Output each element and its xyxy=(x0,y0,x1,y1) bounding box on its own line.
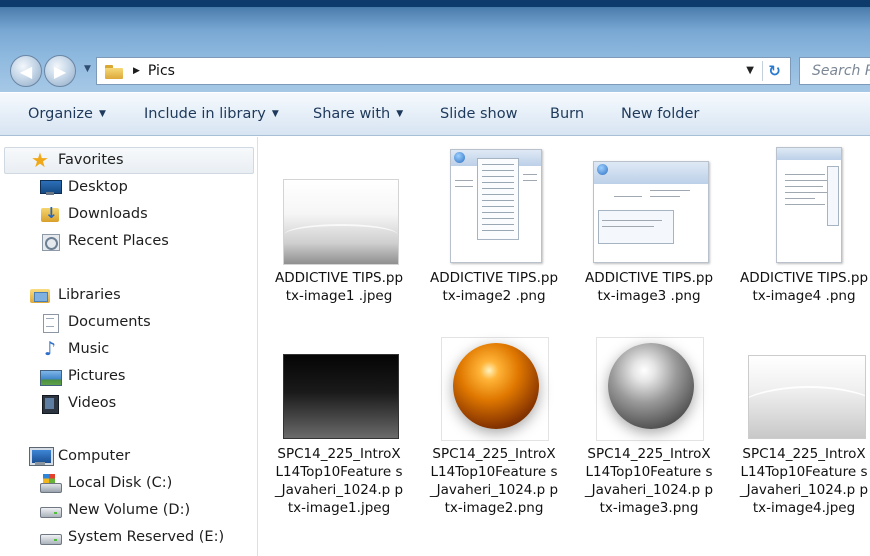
organize-label: Organize xyxy=(28,106,93,122)
nav-downloads[interactable]: Downloads xyxy=(40,202,148,226)
desktop-icon xyxy=(40,178,62,196)
command-bar: Organize ▼ Include in library ▼ Share with… xyxy=(0,92,870,136)
file-item[interactable]: SPC14_225_IntroX L14Top10Feature s_Javah… xyxy=(584,337,714,537)
file-name: ADDICTIVE TIPS.pptx-image4 .png xyxy=(739,270,869,304)
file-thumbnail xyxy=(283,354,399,439)
file-item[interactable]: ADDICTIVE TIPS.pptx-image3 .png xyxy=(584,137,714,337)
file-name: SPC14_225_IntroX L14Top10Feature s_Javah… xyxy=(739,446,869,516)
chevron-down-icon: ▼ xyxy=(396,109,404,119)
nav-videos[interactable]: Videos xyxy=(40,391,116,415)
breadcrumb-current-folder[interactable]: Pics xyxy=(148,63,175,79)
computer-icon xyxy=(29,447,54,466)
refresh-icon: ↻ xyxy=(768,62,781,80)
nav-computer[interactable]: Computer xyxy=(29,444,131,468)
navigation-pane: ★ Favorites Desktop Downloads Recent Pla… xyxy=(0,137,258,556)
organize-button[interactable]: Organize ▼ xyxy=(28,106,106,122)
nav-pictures-label: Pictures xyxy=(68,368,126,384)
window-title-bar: ◀ ▶ ▼ ▶ Pics ▼ ↻ Search Pics xyxy=(0,0,870,92)
nav-desktop-label: Desktop xyxy=(68,179,128,195)
include-in-library-button[interactable]: Include in library ▼ xyxy=(144,106,279,122)
file-item[interactable]: ADDICTIVE TIPS.pptx-image4 .png xyxy=(739,137,869,337)
nav-music-label: Music xyxy=(68,341,110,357)
file-name: ADDICTIVE TIPS.pptx-image1 .jpeg xyxy=(274,270,404,304)
forward-button[interactable]: ▶ xyxy=(44,55,76,87)
file-item[interactable]: SPC14_225_IntroX L14Top10Feature s_Javah… xyxy=(739,337,869,537)
nav-desktop[interactable]: Desktop xyxy=(40,175,128,199)
file-name: SPC14_225_IntroX L14Top10Feature s_Javah… xyxy=(274,446,404,516)
back-arrow-icon: ◀ xyxy=(19,61,33,81)
office-orb-icon xyxy=(597,164,608,175)
file-name: SPC14_225_IntroX L14Top10Feature s_Javah… xyxy=(429,446,559,516)
nav-recent-places[interactable]: Recent Places xyxy=(40,229,169,253)
office-orb-icon xyxy=(454,152,465,163)
windows-drive-icon xyxy=(40,474,62,493)
nav-documents-label: Documents xyxy=(68,314,151,330)
nav-local-disk-c[interactable]: Local Disk (C:) xyxy=(40,471,172,495)
back-button[interactable]: ◀ xyxy=(10,55,42,87)
nav-system-reserved-e-label: System Reserved (E:) xyxy=(68,529,225,545)
thumbnail-pane xyxy=(827,166,839,226)
forward-arrow-icon: ▶ xyxy=(53,61,67,81)
nav-videos-label: Videos xyxy=(68,395,117,411)
nav-new-volume-d[interactable]: New Volume (D:) xyxy=(40,498,190,522)
file-name: SPC14_225_IntroX L14Top10Feature s_Javah… xyxy=(584,446,714,516)
file-name: ADDICTIVE TIPS.pptx-image3 .png xyxy=(584,270,714,304)
nav-local-disk-c-label: Local Disk (C:) xyxy=(68,475,173,491)
libraries-icon xyxy=(30,286,50,304)
nav-libraries[interactable]: Libraries xyxy=(30,283,121,307)
file-item[interactable]: SPC14_225_IntroX L14Top10Feature s_Javah… xyxy=(429,337,559,537)
file-name: ADDICTIVE TIPS.pptx-image2 .png xyxy=(429,270,559,304)
nav-computer-label: Computer xyxy=(58,448,131,464)
hard-drive-icon xyxy=(40,501,62,519)
folder-icon xyxy=(105,64,123,79)
nav-music[interactable]: ♪ Music xyxy=(40,337,109,361)
file-thumbnail xyxy=(453,343,539,429)
file-thumbnail xyxy=(776,147,842,263)
share-with-button[interactable]: Share with ▼ xyxy=(313,106,403,122)
burn-button[interactable]: Burn xyxy=(550,106,584,122)
nav-downloads-label: Downloads xyxy=(68,206,148,222)
chevron-down-icon: ▼ xyxy=(98,109,106,119)
slide-show-button[interactable]: Slide show xyxy=(440,106,517,122)
documents-icon xyxy=(40,313,60,333)
nav-system-reserved-e[interactable]: System Reserved (E:) xyxy=(40,525,224,549)
thumbnail-ribbon xyxy=(594,162,708,184)
star-icon: ★ xyxy=(31,148,49,172)
recent-pages-dropdown[interactable]: ▼ xyxy=(84,64,91,74)
nav-favorites[interactable]: ★ Favorites xyxy=(30,148,124,172)
nav-new-volume-d-label: New Volume (D:) xyxy=(68,502,191,518)
pictures-icon xyxy=(40,367,62,386)
file-thumbnail xyxy=(608,343,694,429)
file-thumbnail xyxy=(450,149,542,263)
address-history-dropdown[interactable]: ▼ xyxy=(746,65,754,76)
film-icon xyxy=(40,394,60,414)
recent-places-icon xyxy=(40,232,60,251)
thumbnail-ribbon xyxy=(777,148,841,160)
downloads-folder-icon xyxy=(40,204,60,223)
thumbnail-pane xyxy=(598,210,674,244)
nav-favorites-label: Favorites xyxy=(58,152,124,168)
file-item[interactable]: ADDICTIVE TIPS.pptx-image2 .png xyxy=(429,137,559,337)
refresh-button[interactable]: ↻ xyxy=(762,61,786,81)
nav-recent-places-label: Recent Places xyxy=(68,233,169,249)
thumbnail-menu xyxy=(477,158,519,240)
file-item[interactable]: ADDICTIVE TIPS.pptx-image1 .jpeg xyxy=(274,137,404,337)
breadcrumb-separator-icon[interactable]: ▶ xyxy=(133,66,140,76)
nav-libraries-label: Libraries xyxy=(58,287,121,303)
chevron-down-icon: ▼ xyxy=(271,109,279,119)
file-item[interactable]: SPC14_225_IntroX L14Top10Feature s_Javah… xyxy=(274,337,404,537)
file-thumbnail xyxy=(748,355,866,439)
new-folder-button[interactable]: New folder xyxy=(621,106,699,122)
file-thumbnail xyxy=(283,179,399,265)
search-input[interactable]: Search Pics xyxy=(799,57,870,85)
include-in-library-label: Include in library xyxy=(144,106,266,122)
music-note-icon: ♪ xyxy=(43,338,57,360)
nav-pictures[interactable]: Pictures xyxy=(40,364,125,388)
file-list: ADDICTIVE TIPS.pptx-image1 .jpeg ADDICTI… xyxy=(259,137,870,556)
nav-documents[interactable]: Documents xyxy=(40,310,151,334)
share-with-label: Share with xyxy=(313,106,391,122)
address-bar[interactable]: ▶ Pics ▼ ↻ xyxy=(96,57,791,85)
file-thumbnail xyxy=(593,161,709,263)
hard-drive-icon xyxy=(40,528,62,546)
